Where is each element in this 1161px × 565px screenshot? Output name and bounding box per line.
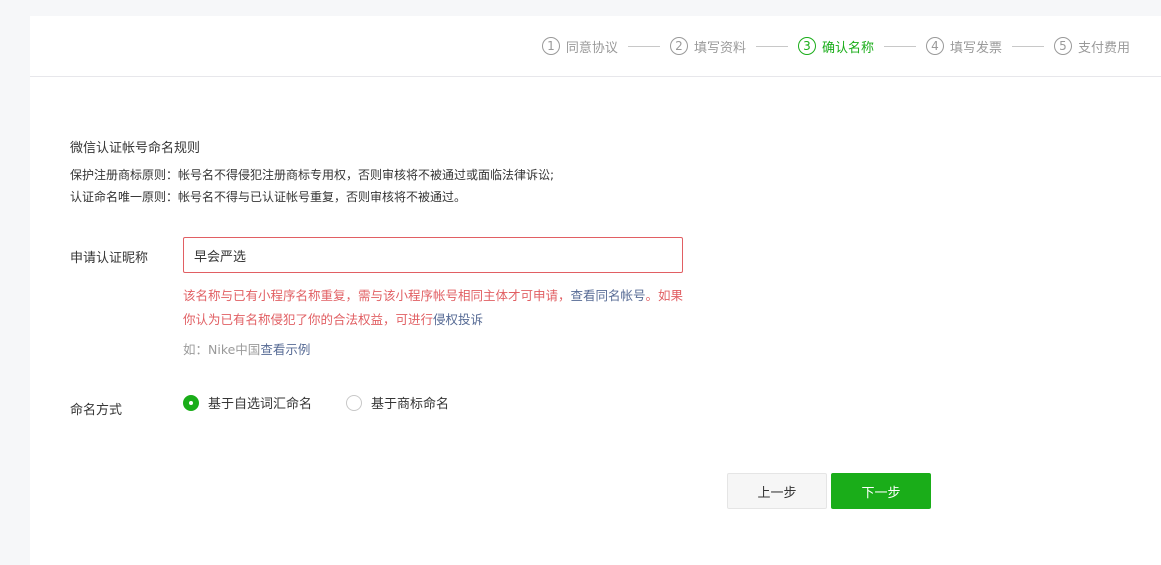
step-indicator: 1 同意协议 2 填写资料 3 确认名称 4 填写发票 5 支付费用 [541, 36, 1130, 56]
infringement-complaint-link[interactable]: 侵权投诉 [433, 312, 483, 327]
next-step-button[interactable]: 下一步 [831, 473, 931, 509]
nickname-label: 申请认证昵称 [70, 251, 149, 266]
step-2-number: 2 [669, 37, 688, 55]
step-connector [627, 45, 660, 47]
unique-name-rule: 认证命名唯一原则：帐号名不得与已认证帐号重复，否则审核将不被通过。 [70, 190, 467, 204]
step-2: 2 填写资料 [669, 37, 746, 56]
example-text: 如：Nike中国 [183, 342, 261, 357]
previous-step-button[interactable]: 上一步 [727, 473, 827, 509]
error-message-part1: 该名称与已有小程序名称重复，需与该小程序帐号相同主体才可申请， [183, 288, 571, 303]
step-connector [883, 45, 916, 47]
view-example-link[interactable]: 查看示例 [260, 342, 310, 357]
step-5: 5 支付费用 [1053, 37, 1130, 56]
radio-custom-words-label: 基于自选词汇命名 [208, 397, 313, 412]
name-example: 如：Nike中国查看示例 [183, 339, 310, 358]
nickname-input[interactable] [183, 237, 683, 273]
radio-unchecked-icon[interactable] [346, 394, 363, 411]
step-3: 3 确认名称 [797, 37, 874, 56]
step-1-number: 1 [541, 37, 560, 55]
trademark-rule: 保护注册商标原则：帐号名不得侵犯注册商标专用权，否则审核将不被通过或面临法律诉讼… [70, 168, 555, 182]
radio-trademark-label: 基于商标命名 [371, 397, 450, 412]
step-5-number: 5 [1053, 37, 1072, 55]
step-4-label: 填写发票 [949, 40, 1002, 56]
steps-header: 1 同意协议 2 填写资料 3 确认名称 4 填写发票 5 支付费用 [30, 16, 1161, 77]
step-1-label: 同意协议 [565, 40, 618, 56]
step-5-label: 支付费用 [1077, 40, 1130, 56]
radio-checked-icon[interactable] [183, 394, 199, 411]
name-duplicate-error: 该名称与已有小程序名称重复，需与该小程序帐号相同主体才可申请，查看同名帐号。如果… [183, 284, 693, 332]
step-3-number: 3 [797, 37, 816, 55]
step-2-label: 填写资料 [693, 40, 746, 56]
step-3-label: 确认名称 [821, 40, 874, 56]
main-card: 1 同意协议 2 填写资料 3 确认名称 4 填写发票 5 支付费用 微信认证帐… [30, 16, 1161, 565]
radio-trademark[interactable]: 基于商标命名 [346, 393, 449, 412]
step-4-number: 4 [925, 37, 944, 55]
step-connector [1011, 45, 1044, 47]
step-connector [755, 45, 788, 47]
radio-custom-words[interactable]: 基于自选词汇命名 [183, 393, 312, 412]
step-4: 4 填写发票 [925, 37, 1002, 56]
naming-method-radio-group: 基于自选词汇命名 基于商标命名 [183, 393, 483, 412]
view-same-name-link[interactable]: 查看同名帐号 [571, 288, 646, 303]
naming-method-label: 命名方式 [70, 403, 123, 418]
naming-rules-title: 微信认证帐号命名规则 [70, 141, 201, 156]
step-1: 1 同意协议 [541, 37, 618, 56]
